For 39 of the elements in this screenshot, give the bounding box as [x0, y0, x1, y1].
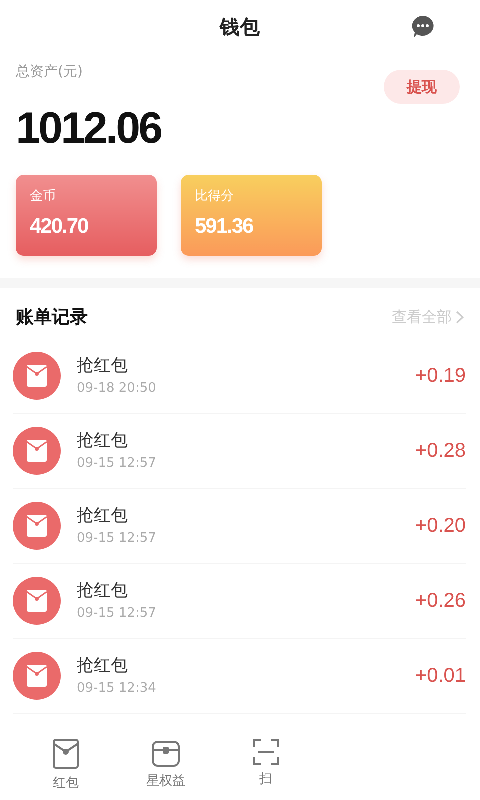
tab-bar-item[interactable]: 扫 — [216, 734, 316, 800]
balance-label: 比得分 — [195, 188, 235, 206]
withdraw-button[interactable]: 提现 — [384, 70, 460, 104]
envelope-icon — [13, 652, 61, 700]
record-amount: +0.28 — [415, 439, 466, 464]
record-amount: +0.19 — [415, 364, 466, 389]
chevron-right-icon — [456, 311, 464, 324]
chat-icon[interactable] — [410, 14, 436, 40]
section-title: 账单记录 — [16, 306, 88, 330]
envelope-icon — [52, 738, 80, 770]
scan-icon — [252, 738, 280, 766]
tab-bar-item[interactable]: 红包 — [16, 734, 116, 800]
envelope-icon — [13, 352, 61, 400]
record-title: 抢红包 — [77, 654, 129, 678]
balance-card[interactable]: 比得分 591.36 — [181, 175, 322, 256]
record-time: 09-18 20:50 — [77, 380, 158, 398]
balance-value: 420.70 — [30, 214, 90, 240]
record-title: 抢红包 — [77, 580, 129, 602]
record-amount: +0.01 — [415, 664, 466, 689]
record-title: 抢红包 — [77, 430, 129, 452]
record-amount: +0.20 — [415, 514, 466, 539]
balance-value: 591.36 — [195, 214, 254, 240]
total-assets-label: 总资产(元) — [16, 63, 84, 82]
total-assets-amount: 1012.06 — [16, 107, 162, 151]
tab-bar-item[interactable]: 星权益 — [116, 734, 216, 800]
record-time: 09-15 12:57 — [77, 530, 158, 548]
record-amount: +0.26 — [415, 589, 466, 614]
chest-icon — [151, 738, 181, 768]
balance-label: 金币 — [30, 188, 57, 206]
record-time: 09-15 12:34 — [77, 680, 158, 698]
envelope-icon — [13, 577, 61, 625]
record-time: 09-15 12:57 — [77, 455, 158, 473]
record-title: 抢红包 — [77, 504, 129, 528]
balance-card[interactable]: 金币 420.70 — [16, 175, 157, 256]
envelope-icon — [13, 427, 61, 475]
page-title: 钱包 — [220, 14, 260, 41]
record-title: 抢红包 — [77, 354, 129, 378]
record-time: 09-15 12:57 — [77, 605, 158, 623]
envelope-icon — [13, 502, 61, 550]
